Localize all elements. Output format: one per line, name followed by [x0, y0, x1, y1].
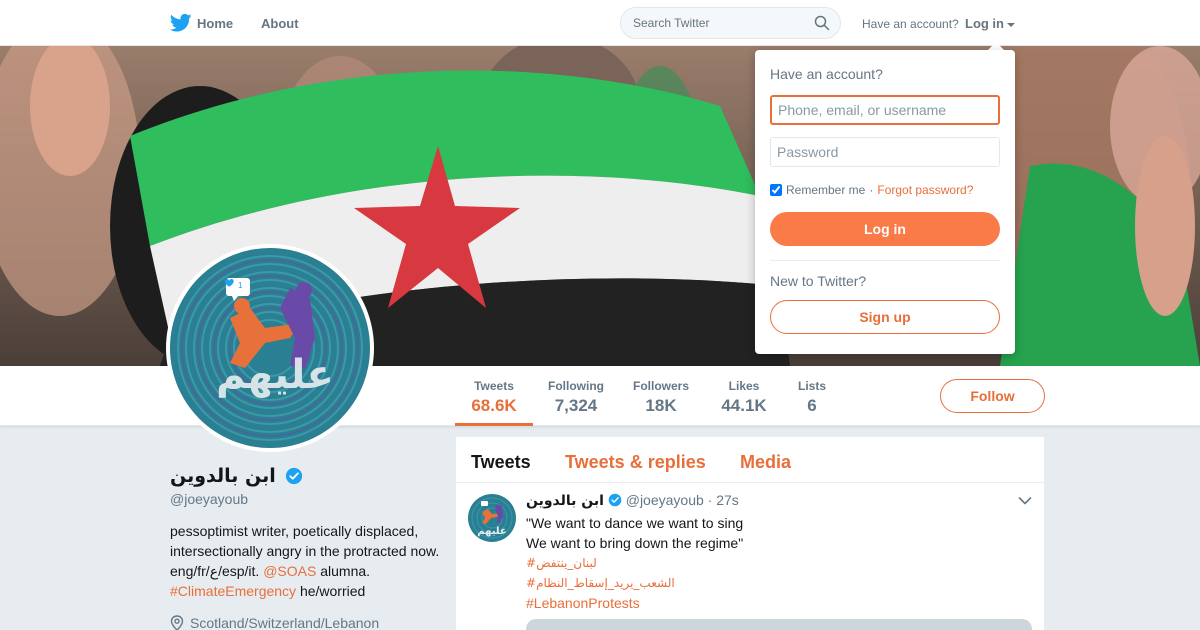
- dropdown-title: Have an account?: [770, 66, 883, 82]
- tweet-author-name[interactable]: ابن بالدوين: [526, 493, 604, 509]
- tweet-hashtag-link[interactable]: #الشعب_يريد_إسقاط_النظام: [526, 573, 1026, 593]
- bio-text: he/worried: [296, 583, 366, 599]
- stat-label: Tweets: [474, 379, 514, 393]
- divider: [770, 260, 1000, 261]
- stat-followers[interactable]: Followers 18K: [626, 366, 696, 426]
- caret-down-icon: [1007, 22, 1015, 27]
- tweet-text: "We want to dance we want to sing We wan…: [526, 513, 1026, 613]
- login-dropdown-toggle[interactable]: Log in: [965, 16, 1015, 31]
- location-text: Scotland/Switzerland/Lebanon: [190, 615, 380, 630]
- timeline-tabs: Tweets Tweets & replies Media: [456, 437, 1044, 483]
- login-link-label: Log in: [965, 16, 1004, 31]
- profile-bio: pessoptimist writer, poetically displace…: [170, 521, 440, 601]
- tab-media[interactable]: Media: [740, 452, 791, 473]
- login-button[interactable]: Log in: [770, 212, 1000, 246]
- stat-label: Following: [548, 379, 604, 393]
- stat-label: Likes: [728, 379, 760, 393]
- stat-value: 7,324: [554, 396, 598, 415]
- nav-home-link[interactable]: Home: [197, 16, 233, 31]
- verified-badge-icon: [608, 493, 622, 507]
- tab-tweets[interactable]: Tweets: [471, 452, 531, 473]
- stat-tweets[interactable]: Tweets 68.6K: [455, 366, 533, 426]
- top-nav: Home About Have an account? Log in: [0, 0, 1200, 46]
- tweet-media[interactable]: [526, 619, 1032, 630]
- bio-text: alumna.: [316, 563, 371, 579]
- chevron-down-icon[interactable]: [1018, 496, 1032, 506]
- stat-likes[interactable]: Likes 44.1K: [712, 366, 776, 426]
- profile-name-text: ابن بالدوين: [170, 465, 276, 487]
- bio-mention-link[interactable]: @SOAS: [263, 563, 316, 579]
- separator-dot: ·: [869, 183, 874, 197]
- stat-label: Followers: [632, 379, 689, 393]
- username-input[interactable]: [770, 95, 1000, 125]
- have-account-text: Have an account?: [862, 17, 959, 31]
- tab-tweets-replies[interactable]: Tweets & replies: [565, 452, 706, 473]
- nav-about-link[interactable]: About: [261, 16, 299, 31]
- stat-label: Lists: [797, 379, 826, 393]
- tweet-hashtag-link[interactable]: #LebanonProtests: [526, 593, 1026, 613]
- tweet-avatar-overlay-text: عليهم: [477, 526, 506, 537]
- stat-value: 44.1K: [721, 396, 767, 415]
- tweet-author-handle[interactable]: @joeyayoub: [626, 492, 704, 508]
- search-input[interactable]: [633, 15, 803, 31]
- avatar-image: [170, 248, 370, 448]
- search-icon[interactable]: [814, 15, 830, 31]
- verified-badge-icon: [285, 467, 303, 485]
- dropdown-caret: [988, 42, 1004, 50]
- stat-lists[interactable]: Lists 6: [790, 366, 834, 426]
- follow-button[interactable]: Follow: [940, 379, 1045, 413]
- profile-avatar[interactable]: [166, 244, 374, 452]
- tweet-timestamp[interactable]: · 27s: [708, 492, 739, 508]
- remember-me-label: Remember me: [786, 183, 866, 197]
- password-input[interactable]: [770, 137, 1000, 167]
- profile-handle[interactable]: @joeyayoub: [170, 491, 248, 507]
- tweet-header: ابن بالدوين @joeyayoub · 27s: [526, 492, 739, 509]
- stat-value: 68.6K: [471, 396, 517, 415]
- profile-name: ابن بالدوين: [170, 465, 303, 488]
- timeline: Tweets Tweets & replies Media عليهم ابن …: [456, 437, 1044, 630]
- tweet-avatar[interactable]: عليهم: [468, 494, 516, 542]
- forgot-password-link[interactable]: Forgot password?: [877, 183, 973, 197]
- tweet-hashtag-link[interactable]: #لبنان_ينتفض: [526, 553, 1026, 573]
- tweet-line: "We want to dance we want to sing: [526, 515, 744, 531]
- login-dropdown: Have an account? Remember me · Forgot pa…: [755, 50, 1015, 354]
- stat-value: 6: [807, 396, 817, 415]
- twitter-logo-icon[interactable]: [170, 13, 192, 33]
- profile-location: Scotland/Switzerland/Lebanon: [170, 615, 379, 630]
- remember-me-checkbox[interactable]: [770, 184, 782, 196]
- signup-button[interactable]: Sign up: [770, 300, 1000, 334]
- bio-hashtag-link[interactable]: #ClimateEmergency: [170, 583, 296, 599]
- tweet-line: We want to bring down the regime": [526, 535, 744, 551]
- search-box: [620, 7, 841, 39]
- stat-following[interactable]: Following 7,324: [540, 366, 612, 426]
- remember-me: Remember me · Forgot password?: [770, 183, 973, 197]
- avatar-overlay-text: عليهم: [216, 352, 334, 398]
- avatar-badge-count: 1: [238, 281, 243, 290]
- new-to-twitter-text: New to Twitter?: [770, 273, 867, 289]
- location-pin-icon: [170, 615, 184, 630]
- stat-value: 18K: [645, 396, 677, 415]
